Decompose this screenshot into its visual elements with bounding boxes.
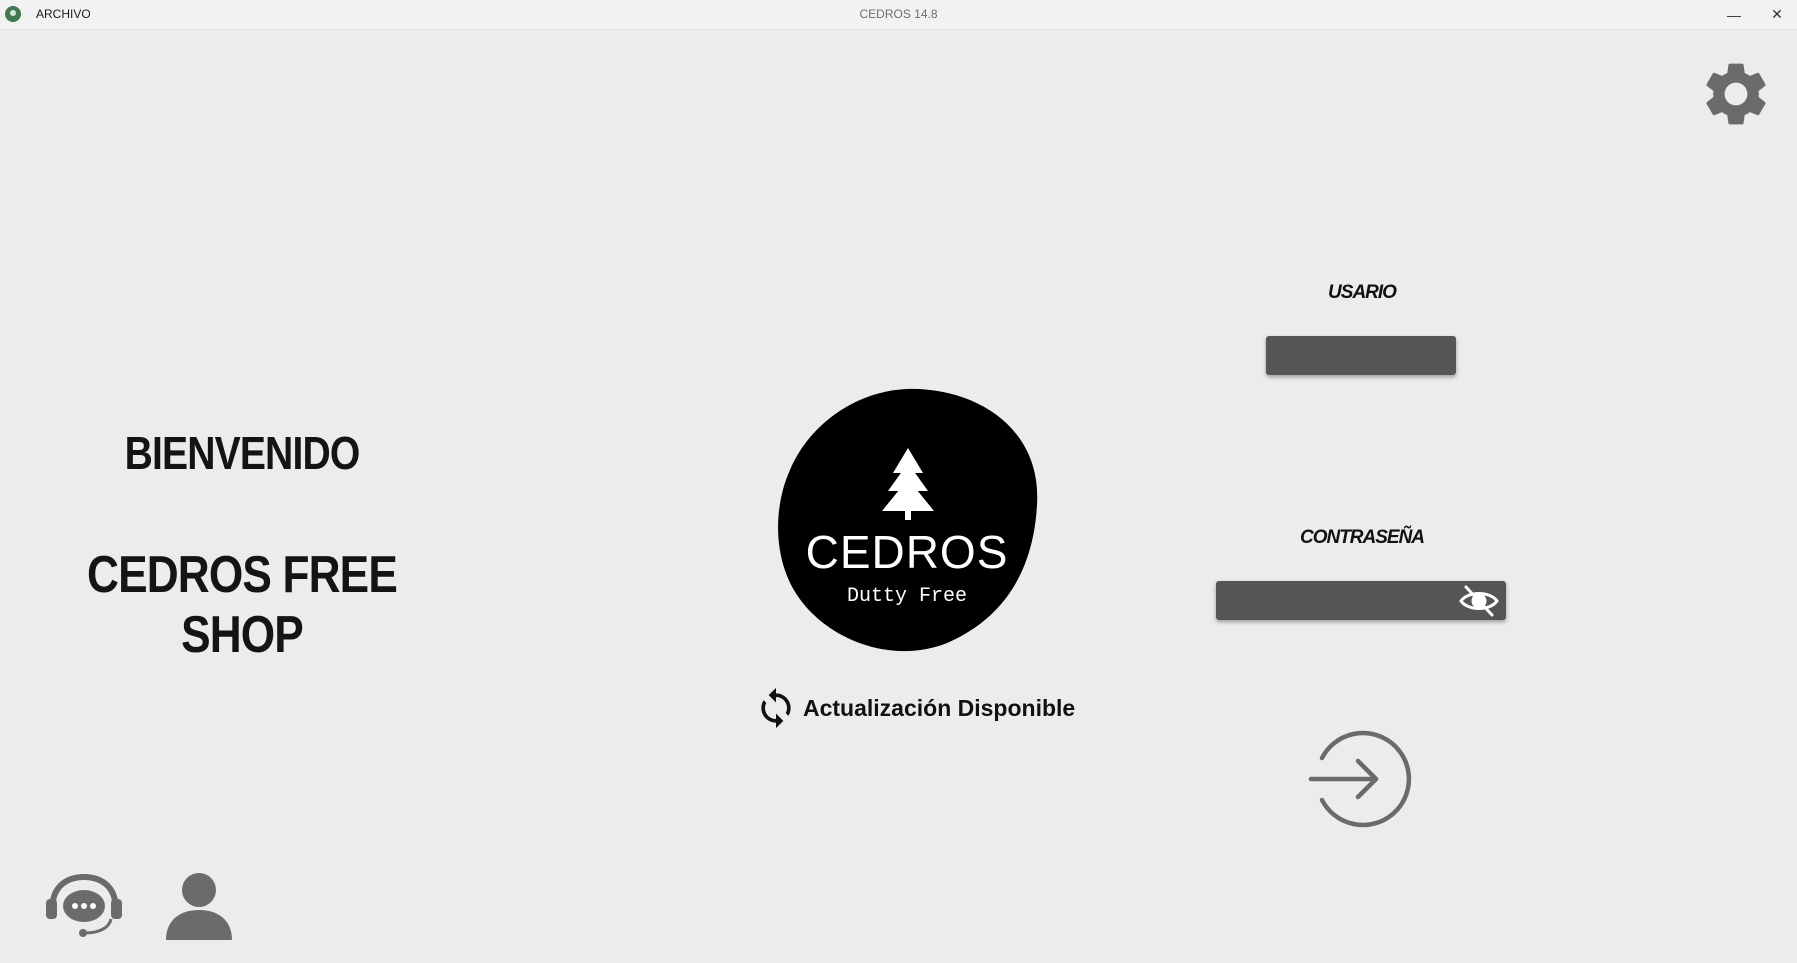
update-available-button[interactable]: Actualización Disponible (754, 686, 1075, 730)
username-label: USARIO (1328, 282, 1397, 303)
shop-name-heading: CEDROS FREE SHOP (87, 546, 398, 664)
app-icon (5, 6, 21, 22)
logo-blob (778, 388, 1038, 652)
password-label: CONTRASEÑA (1299, 527, 1425, 548)
user-profile-button[interactable] (164, 872, 234, 940)
support-chat-icon (46, 873, 122, 937)
close-button[interactable]: ✕ (1755, 0, 1797, 29)
user-icon (166, 873, 232, 940)
toggle-password-visibility-button[interactable] (1456, 582, 1502, 620)
window-title: CEDROS 14.8 (859, 7, 938, 21)
eye-slash-icon (1459, 585, 1499, 617)
login-arrow-icon (1308, 730, 1412, 828)
welcome-heading: BIENVENIDO (124, 427, 361, 479)
logo-subtitle: Dutty Free (846, 585, 968, 608)
username-field[interactable] (1266, 336, 1456, 375)
login-button[interactable] (1308, 728, 1414, 830)
gear-icon (1706, 63, 1766, 125)
title-bar: ARCHIVO CEDROS 14.8 — ✕ (0, 0, 1797, 30)
menu-archivo[interactable]: ARCHIVO (36, 7, 91, 21)
refresh-icon (761, 687, 791, 729)
logo-name: CEDROS (805, 526, 1009, 578)
update-available-label: Actualización Disponible (803, 694, 1076, 721)
close-icon: ✕ (1771, 6, 1783, 22)
minimize-button[interactable]: — (1712, 0, 1756, 29)
login-window: ARCHIVO CEDROS 14.8 — ✕ BIENVENIDO CEDRO… (0, 0, 1797, 963)
settings-button[interactable] (1698, 56, 1774, 132)
cedros-logo: CEDROS Dutty Free (772, 385, 1042, 653)
support-button[interactable] (45, 873, 123, 937)
minimize-icon: — (1727, 6, 1741, 23)
